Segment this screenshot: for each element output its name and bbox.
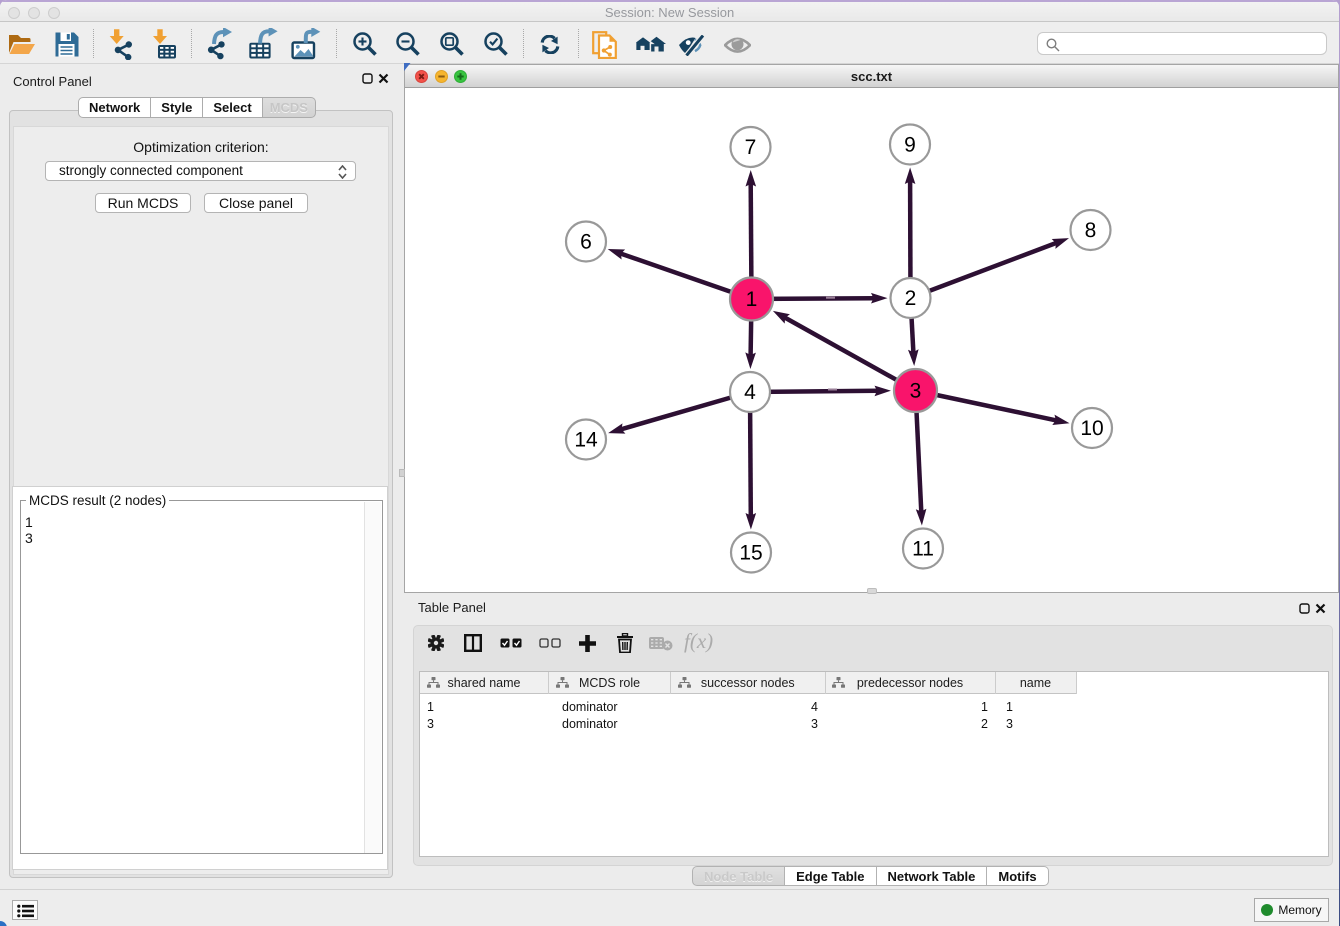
svg-text:15: 15 bbox=[739, 542, 762, 565]
svg-text:2: 2 bbox=[905, 287, 917, 310]
svg-text:3: 3 bbox=[910, 380, 922, 403]
svg-text:4: 4 bbox=[744, 381, 756, 404]
svg-text:9: 9 bbox=[904, 134, 916, 157]
svg-text:6: 6 bbox=[580, 231, 592, 254]
svg-text:14: 14 bbox=[574, 429, 598, 452]
svg-text:7: 7 bbox=[745, 136, 757, 159]
svg-text:8: 8 bbox=[1085, 219, 1097, 242]
svg-text:1: 1 bbox=[746, 288, 758, 311]
svg-text:10: 10 bbox=[1080, 417, 1103, 440]
svg-text:11: 11 bbox=[912, 538, 934, 561]
